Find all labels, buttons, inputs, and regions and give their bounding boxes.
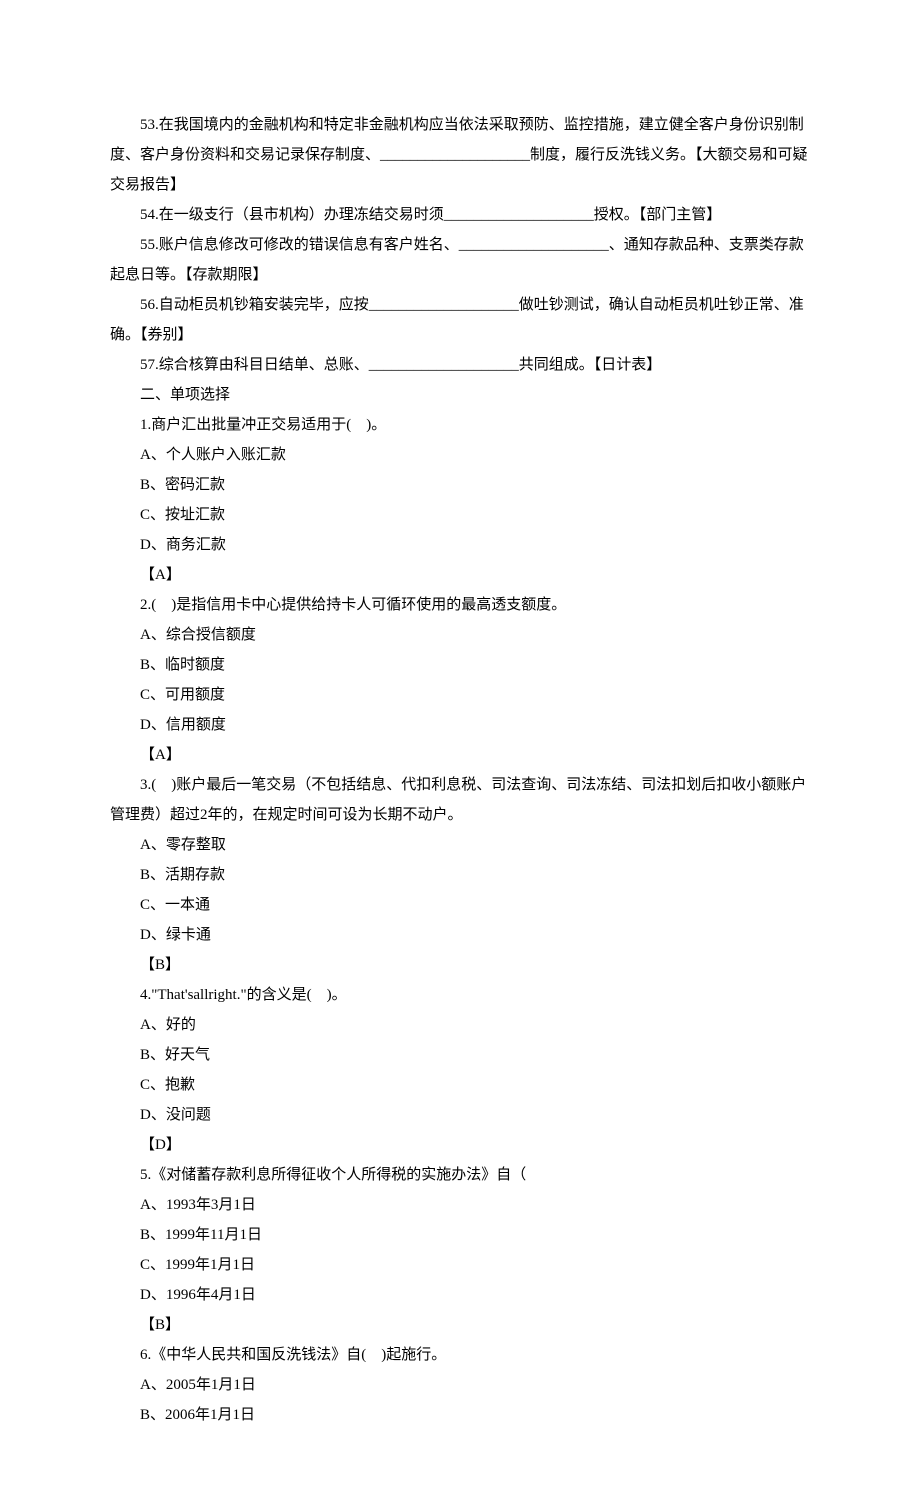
- q6-opt-b: B、2006年1月1日: [110, 1400, 810, 1430]
- fill-54-num: 54: [140, 207, 155, 223]
- q1-answer: 【A】: [110, 560, 810, 590]
- q3-num: 3: [140, 777, 148, 793]
- q4-stem: 4."That'sallright."的含义是( )。: [110, 980, 810, 1010]
- q6-num: 6: [140, 1347, 148, 1363]
- fill-55: 55.账户信息修改可修改的错误信息有客户姓名、_________________…: [110, 230, 810, 290]
- fill-55-text: 账户信息修改可修改的错误信息有客户姓名、____________________…: [110, 237, 804, 283]
- fill-53-text: 在我国境内的金融机构和特定非金融机构应当依法采取预防、监控措施，建立健全客户身份…: [110, 117, 808, 193]
- q4-answer: 【D】: [110, 1130, 810, 1160]
- q3-opt-a: A、零存整取: [110, 830, 810, 860]
- q2-opt-c: C、可用额度: [110, 680, 810, 710]
- q3-answer: 【B】: [110, 950, 810, 980]
- q4-opt-d: D、没问题: [110, 1100, 810, 1130]
- q3-text: ( )账户最后一笔交易（不包括结息、代扣利息税、司法查询、司法冻结、司法扣划后扣…: [110, 777, 806, 823]
- fill-54: 54.在一级支行（县市机构）办理冻结交易时须__________________…: [110, 200, 810, 230]
- fill-53: 53.在我国境内的金融机构和特定非金融机构应当依法采取预防、监控措施，建立健全客…: [110, 110, 810, 200]
- q6-text: 《中华人民共和国反洗钱法》自( )起施行。: [151, 1347, 446, 1363]
- q5-num: 5: [140, 1167, 148, 1183]
- fill-56: 56.自动柜员机钞箱安装完毕，应按____________________做吐钞…: [110, 290, 810, 350]
- q3-stem: 3.( )账户最后一笔交易（不包括结息、代扣利息税、司法查询、司法冻结、司法扣划…: [110, 770, 810, 830]
- fill-57-num: 57: [140, 357, 155, 373]
- q3-opt-b: B、活期存款: [110, 860, 810, 890]
- q2-stem: 2.( )是指信用卡中心提供给持卡人可循环使用的最高透支额度。: [110, 590, 810, 620]
- q1-opt-b: B、密码汇款: [110, 470, 810, 500]
- fill-57: 57.综合核算由科目日结单、总账、____________________共同组…: [110, 350, 810, 380]
- q2-answer: 【A】: [110, 740, 810, 770]
- section-2-heading: 二、单项选择: [110, 380, 810, 410]
- q1-opt-a: A、个人账户入账汇款: [110, 440, 810, 470]
- fill-56-text: 自动柜员机钞箱安装完毕，应按____________________做吐钞测试，…: [110, 297, 804, 343]
- q2-text: ( )是指信用卡中心提供给持卡人可循环使用的最高透支额度。: [151, 597, 566, 613]
- q1-stem: 1.商户汇出批量冲正交易适用于( )。: [110, 410, 810, 440]
- fill-55-num: 55: [140, 237, 155, 253]
- q4-text: "That'sallright."的含义是( )。: [151, 987, 346, 1003]
- fill-54-text: 在一级支行（县市机构）办理冻结交易时须____________________授…: [159, 207, 722, 223]
- q3-opt-d: D、绿卡通: [110, 920, 810, 950]
- q5-opt-b: B、1999年11月1日: [110, 1220, 810, 1250]
- q4-num: 4: [140, 987, 148, 1003]
- fill-57-text: 综合核算由科目日结单、总账、____________________共同组成。【…: [159, 357, 662, 373]
- q2-opt-d: D、信用额度: [110, 710, 810, 740]
- fill-56-num: 56: [140, 297, 155, 313]
- q5-opt-a: A、1993年3月1日: [110, 1190, 810, 1220]
- q5-opt-c: C、1999年1月1日: [110, 1250, 810, 1280]
- q5-stem: 5.《对储蓄存款利息所得征收个人所得税的实施办法》自（: [110, 1160, 810, 1190]
- q5-text: 《对储蓄存款利息所得征收个人所得税的实施办法》自（: [151, 1167, 526, 1183]
- q2-opt-b: B、临时额度: [110, 650, 810, 680]
- q4-opt-b: B、好天气: [110, 1040, 810, 1070]
- q6-opt-a: A、2005年1月1日: [110, 1370, 810, 1400]
- q3-opt-c: C、一本通: [110, 890, 810, 920]
- q1-opt-c: C、按址汇款: [110, 500, 810, 530]
- q5-opt-d: D、1996年4月1日: [110, 1280, 810, 1310]
- q2-opt-a: A、综合授信额度: [110, 620, 810, 650]
- q4-opt-c: C、抱歉: [110, 1070, 810, 1100]
- q1-opt-d: D、商务汇款: [110, 530, 810, 560]
- q2-num: 2: [140, 597, 148, 613]
- q4-opt-a: A、好的: [110, 1010, 810, 1040]
- q5-answer: 【B】: [110, 1310, 810, 1340]
- fill-53-num: 53: [140, 117, 155, 133]
- q1-num: 1: [140, 417, 148, 433]
- q6-stem: 6.《中华人民共和国反洗钱法》自( )起施行。: [110, 1340, 810, 1370]
- q1-text: 商户汇出批量冲正交易适用于( )。: [151, 417, 386, 433]
